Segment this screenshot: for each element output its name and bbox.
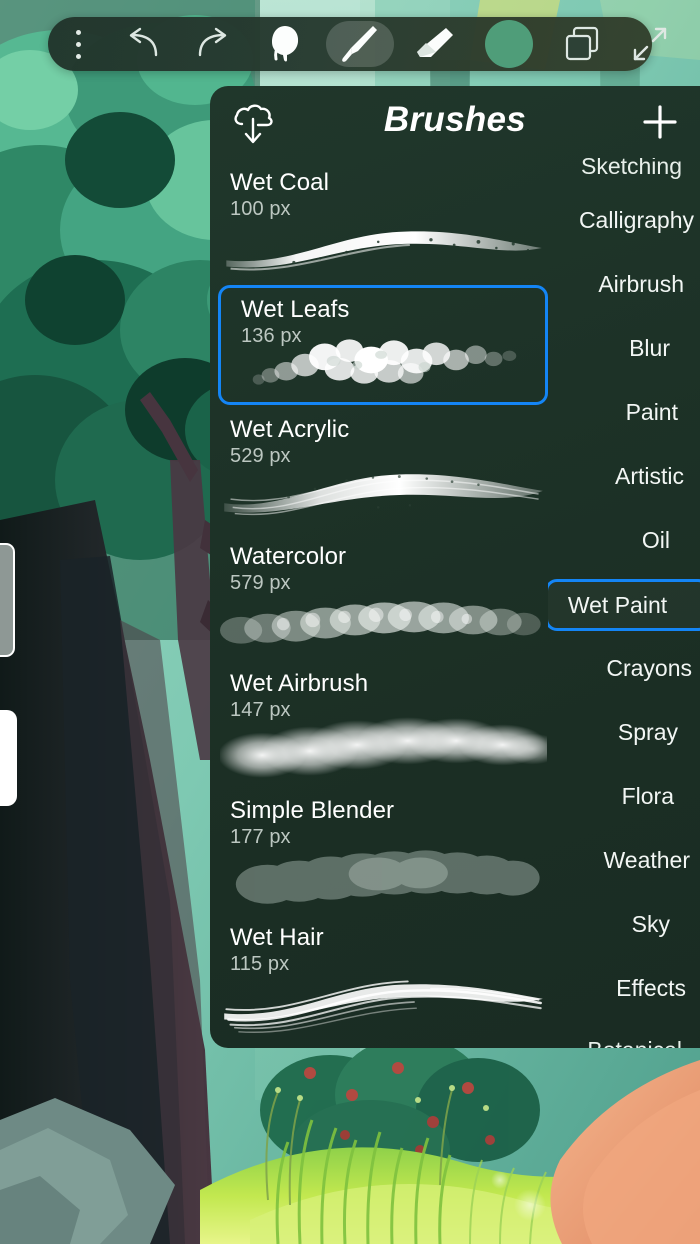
layers-button[interactable]: [546, 17, 618, 71]
category-item-effects[interactable]: Effects: [548, 968, 700, 1008]
brush-name: Simple Blender: [230, 797, 395, 824]
brush-button[interactable]: [322, 17, 398, 71]
menu-button[interactable]: [48, 17, 108, 71]
color-button[interactable]: [472, 17, 546, 71]
category-wheel[interactable]: Sketching Calligraphy Airbrush Blur Pain…: [548, 158, 700, 1048]
brush-item-selected[interactable]: Wet Leafs 136 px: [218, 285, 548, 405]
brush-stroke-preview: [220, 966, 547, 1038]
undo-button[interactable]: [108, 17, 178, 71]
brushes-panel-header: Brushes: [210, 86, 700, 158]
brush-size-slider[interactable]: [0, 543, 15, 657]
smudge-button[interactable]: [248, 17, 322, 71]
eraser-button[interactable]: [398, 17, 472, 71]
redo-button[interactable]: [178, 17, 248, 71]
brush-item[interactable]: Simple Blender 177 px: [210, 786, 555, 913]
plus-icon[interactable]: [640, 102, 680, 147]
brush-name: Wet Coal: [230, 169, 330, 196]
brush-name: Watercolor: [230, 543, 347, 570]
brush-item[interactable]: Wet Airbrush 147 px: [210, 659, 555, 786]
category-item-wet-paint[interactable]: Wet Paint: [548, 579, 700, 631]
brush-stroke-preview: [220, 712, 547, 784]
brush-name: Wet Airbrush: [230, 670, 369, 697]
brush-stroke-preview: [220, 211, 547, 283]
category-item-sky[interactable]: Sky: [548, 904, 700, 944]
category-item-blur[interactable]: Blur: [548, 328, 700, 368]
expand-arrows-icon: [633, 27, 667, 61]
brush-opacity-slider[interactable]: [0, 710, 17, 806]
category-item-paint[interactable]: Paint: [548, 392, 700, 432]
three-dots-icon: [75, 29, 81, 59]
category-item-oil[interactable]: Oil: [548, 520, 700, 560]
smudge-finger-icon: [272, 26, 299, 62]
category-item-airbrush[interactable]: Airbrush: [548, 264, 700, 304]
brush-stroke-preview: [220, 585, 547, 657]
brush-stroke-preview: [220, 839, 547, 911]
brush-name: Wet Acrylic: [230, 416, 350, 443]
brush-list[interactable]: Wet Coal 100 px Wet Leafs 136 px Wet Acr…: [210, 158, 555, 1048]
paintbrush-icon: [342, 26, 377, 62]
layers-icon: [565, 26, 599, 61]
eraser-icon: [417, 28, 453, 57]
color-swatch-icon: [485, 20, 533, 68]
brush-stroke-preview: [220, 458, 547, 530]
panel-title: Brushes: [383, 100, 527, 139]
category-item-artistic[interactable]: Artistic: [548, 456, 700, 496]
fullscreen-button[interactable]: [618, 17, 682, 71]
category-item-sketching[interactable]: Sketching: [548, 158, 700, 186]
brush-item[interactable]: Wet Coal 100 px: [210, 158, 555, 285]
category-item-crayons[interactable]: Crayons: [548, 648, 700, 688]
category-item-flora[interactable]: Flora: [548, 776, 700, 816]
brush-name: Wet Hair: [230, 924, 324, 951]
brush-stroke-preview: [231, 326, 537, 398]
category-item-botanical[interactable]: Botanical: [548, 1030, 700, 1049]
redo-arrow-icon: [198, 27, 227, 57]
undo-arrow-icon: [129, 27, 158, 57]
brush-name: Wet Leafs: [241, 296, 350, 323]
brushes-panel: Brushes Wet Coal 100 px Wet Leafs 136 px…: [210, 86, 700, 1048]
brush-item[interactable]: Wet Acrylic 529 px: [210, 405, 555, 532]
brush-item[interactable]: Watercolor 579 px: [210, 532, 555, 659]
category-item-spray[interactable]: Spray: [548, 712, 700, 752]
brush-item[interactable]: Wet Hair 115 px: [210, 913, 555, 1040]
category-item-calligraphy[interactable]: Calligraphy: [548, 200, 700, 240]
category-item-weather[interactable]: Weather: [548, 840, 700, 880]
top-toolbar: [48, 17, 667, 71]
